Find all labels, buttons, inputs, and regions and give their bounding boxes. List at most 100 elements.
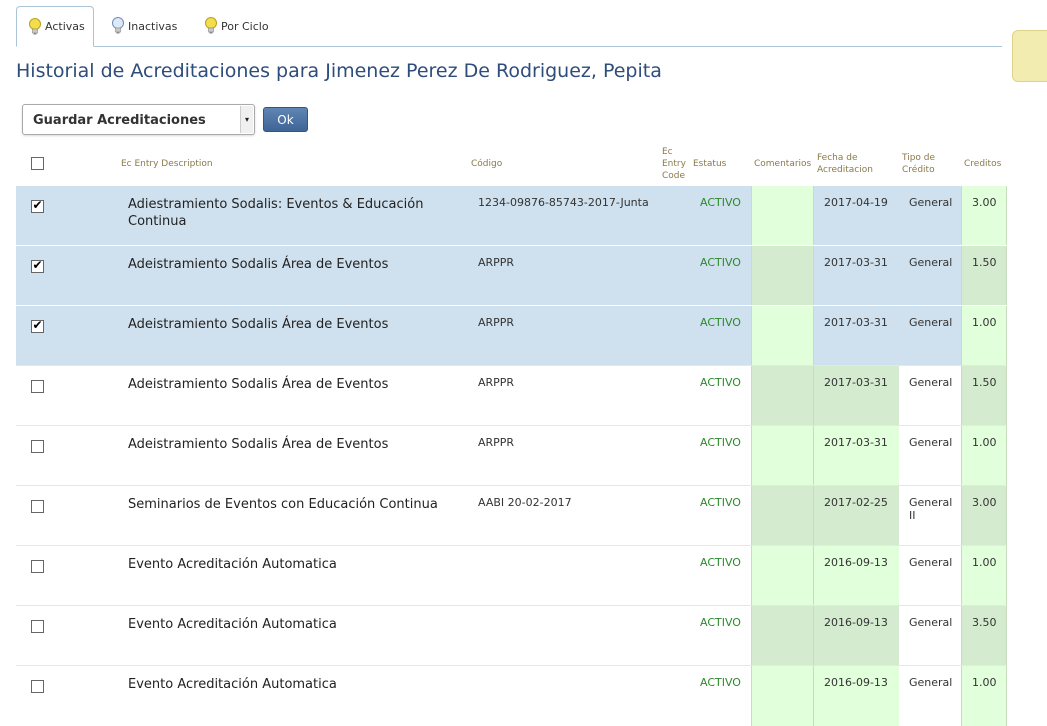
credits-value: 3.00	[972, 496, 997, 509]
table-row[interactable]: ✔ Adeistramiento Sodalis Área de Eventos A…	[16, 305, 1007, 366]
tab-por-ciclo[interactable]: Por Ciclo	[203, 6, 293, 46]
row-checkbox[interactable]	[31, 560, 44, 573]
credits-value: 3.00	[972, 196, 997, 209]
date-cell-bg	[813, 366, 899, 426]
date-cell-bg	[813, 426, 899, 486]
col-header-code[interactable]: Código	[471, 158, 502, 170]
date-cell-bg	[813, 606, 899, 666]
credits-cell-bg	[961, 486, 1007, 546]
credit-type: General	[909, 676, 953, 689]
accreditation-date: 2017-03-31	[824, 376, 888, 389]
lightbulb-icon	[205, 17, 217, 34]
accreditation-date: 2016-09-13	[824, 556, 888, 569]
status-label: ACTIVO	[700, 676, 741, 689]
credits-cell-bg	[961, 606, 1007, 666]
comments-cell	[751, 186, 813, 246]
credits-cell-bg	[961, 306, 1007, 366]
date-cell-bg	[813, 306, 899, 366]
status-label: ACTIVO	[700, 436, 741, 449]
tab-bar: Activas Inactivas Por Ciclo	[16, 6, 1002, 47]
status-label: ACTIVO	[700, 376, 741, 389]
accreditation-date: 2016-09-13	[824, 676, 888, 689]
tab-inactivas[interactable]: Inactivas	[110, 6, 200, 46]
entry-code: ARPPR	[478, 256, 515, 269]
entry-code: ARPPR	[478, 376, 515, 389]
entry-code: 1234-09876-85743-2017-Junta	[478, 196, 649, 209]
dropdown-arrow-icon: ▾	[240, 106, 253, 133]
entry-description: Adeistramiento Sodalis Área de Eventos	[128, 377, 389, 392]
entry-description: Adeistramiento Sodalis Área de Eventos	[128, 317, 389, 332]
entry-description: Evento Acreditación Automatica	[128, 557, 337, 572]
status-label: ACTIVO	[700, 556, 741, 569]
credits-value: 3.50	[972, 616, 997, 629]
row-checkbox[interactable]	[31, 620, 44, 633]
entry-code: AABI 20-02-2017	[478, 496, 572, 509]
table-row[interactable]: Evento Acreditación Automatica ACTIVO 2016…	[16, 545, 1007, 606]
row-checkbox[interactable]	[31, 380, 44, 393]
credits-cell-bg	[961, 666, 1007, 726]
row-checkbox[interactable]: ✔	[31, 199, 44, 213]
credits-value: 1.00	[972, 436, 997, 449]
row-checkbox[interactable]	[31, 680, 44, 693]
side-panel-tab[interactable]	[1012, 30, 1047, 82]
row-checkbox[interactable]: ✔	[31, 319, 44, 333]
date-cell-bg	[813, 546, 899, 606]
col-header-date[interactable]: Fecha de Acreditacion	[817, 152, 877, 176]
lightbulb-icon	[112, 17, 124, 34]
credits-cell-bg	[961, 246, 1007, 306]
date-cell-bg	[813, 246, 899, 306]
accreditation-date: 2017-03-31	[824, 316, 888, 329]
table-row[interactable]: Adeistramiento Sodalis Área de Eventos AR…	[16, 425, 1007, 486]
col-header-credits[interactable]: Creditos	[964, 158, 1001, 170]
comments-cell	[751, 426, 813, 486]
col-header-status[interactable]: Estatus	[693, 158, 726, 170]
credit-type: General	[909, 556, 953, 569]
row-checkbox[interactable]	[31, 500, 44, 513]
credit-type: General	[909, 316, 953, 329]
credits-cell-bg	[961, 366, 1007, 426]
table-row[interactable]: Evento Acreditación Automatica ACTIVO 2016…	[16, 605, 1007, 666]
comments-cell	[751, 486, 813, 546]
row-checkbox[interactable]: ✔	[31, 259, 44, 273]
credits-value: 1.50	[972, 256, 997, 269]
action-select[interactable]: Guardar Acreditaciones ▾	[22, 104, 255, 135]
col-header-type[interactable]: Tipo de Crédito	[902, 152, 947, 176]
comments-cell	[751, 306, 813, 366]
table-row[interactable]: ✔ Adeistramiento Sodalis Área de Eventos A…	[16, 245, 1007, 306]
entry-description: Evento Acreditación Automatica	[128, 617, 337, 632]
accreditation-date: 2017-04-19	[824, 196, 888, 209]
col-header-comments[interactable]: Comentarios	[754, 158, 811, 170]
status-label: ACTIVO	[700, 616, 741, 629]
accreditation-date: 2016-09-13	[824, 616, 888, 629]
entry-code: ARPPR	[478, 316, 515, 329]
credits-value: 1.00	[972, 316, 997, 329]
table-row[interactable]: ✔ Adiestramiento Sodalis: Eventos & Educa…	[16, 185, 1007, 246]
credit-type: General II	[909, 496, 953, 522]
table-row[interactable]: Adeistramiento Sodalis Área de Eventos AR…	[16, 365, 1007, 426]
status-label: ACTIVO	[700, 496, 741, 509]
entry-description: Adiestramiento Sodalis: Eventos & Educac…	[128, 197, 424, 229]
credit-type: General	[909, 616, 953, 629]
table-row[interactable]: Seminarios de Eventos con Educación Cont…	[16, 485, 1007, 546]
credits-cell-bg	[961, 426, 1007, 486]
tab-label: Por Ciclo	[221, 19, 269, 33]
table-row[interactable]: Evento Acreditación Automatica ACTIVO 2016…	[16, 665, 1007, 726]
credits-value: 1.00	[972, 676, 997, 689]
date-cell-bg	[813, 486, 899, 546]
col-header-description[interactable]: Ec Entry Description	[121, 158, 213, 170]
comments-cell	[751, 246, 813, 306]
row-checkbox[interactable]	[31, 440, 44, 453]
tab-activas[interactable]: Activas	[16, 6, 94, 47]
col-header-entry-code[interactable]: Ec Entry Code	[662, 146, 692, 182]
entry-code: ARPPR	[478, 436, 515, 449]
status-label: ACTIVO	[700, 316, 741, 329]
entry-description: Evento Acreditación Automatica	[128, 677, 337, 692]
page-title: Historial de Acreditaciones para Jimenez…	[16, 60, 662, 82]
select-all-checkbox[interactable]	[31, 157, 44, 170]
credits-value: 1.50	[972, 376, 997, 389]
entry-description: Adeistramiento Sodalis Área de Eventos	[128, 437, 389, 452]
ok-button[interactable]: Ok	[263, 107, 308, 132]
lightbulb-icon	[29, 17, 41, 34]
accreditation-date: 2017-02-25	[824, 496, 888, 509]
comments-cell	[751, 606, 813, 666]
